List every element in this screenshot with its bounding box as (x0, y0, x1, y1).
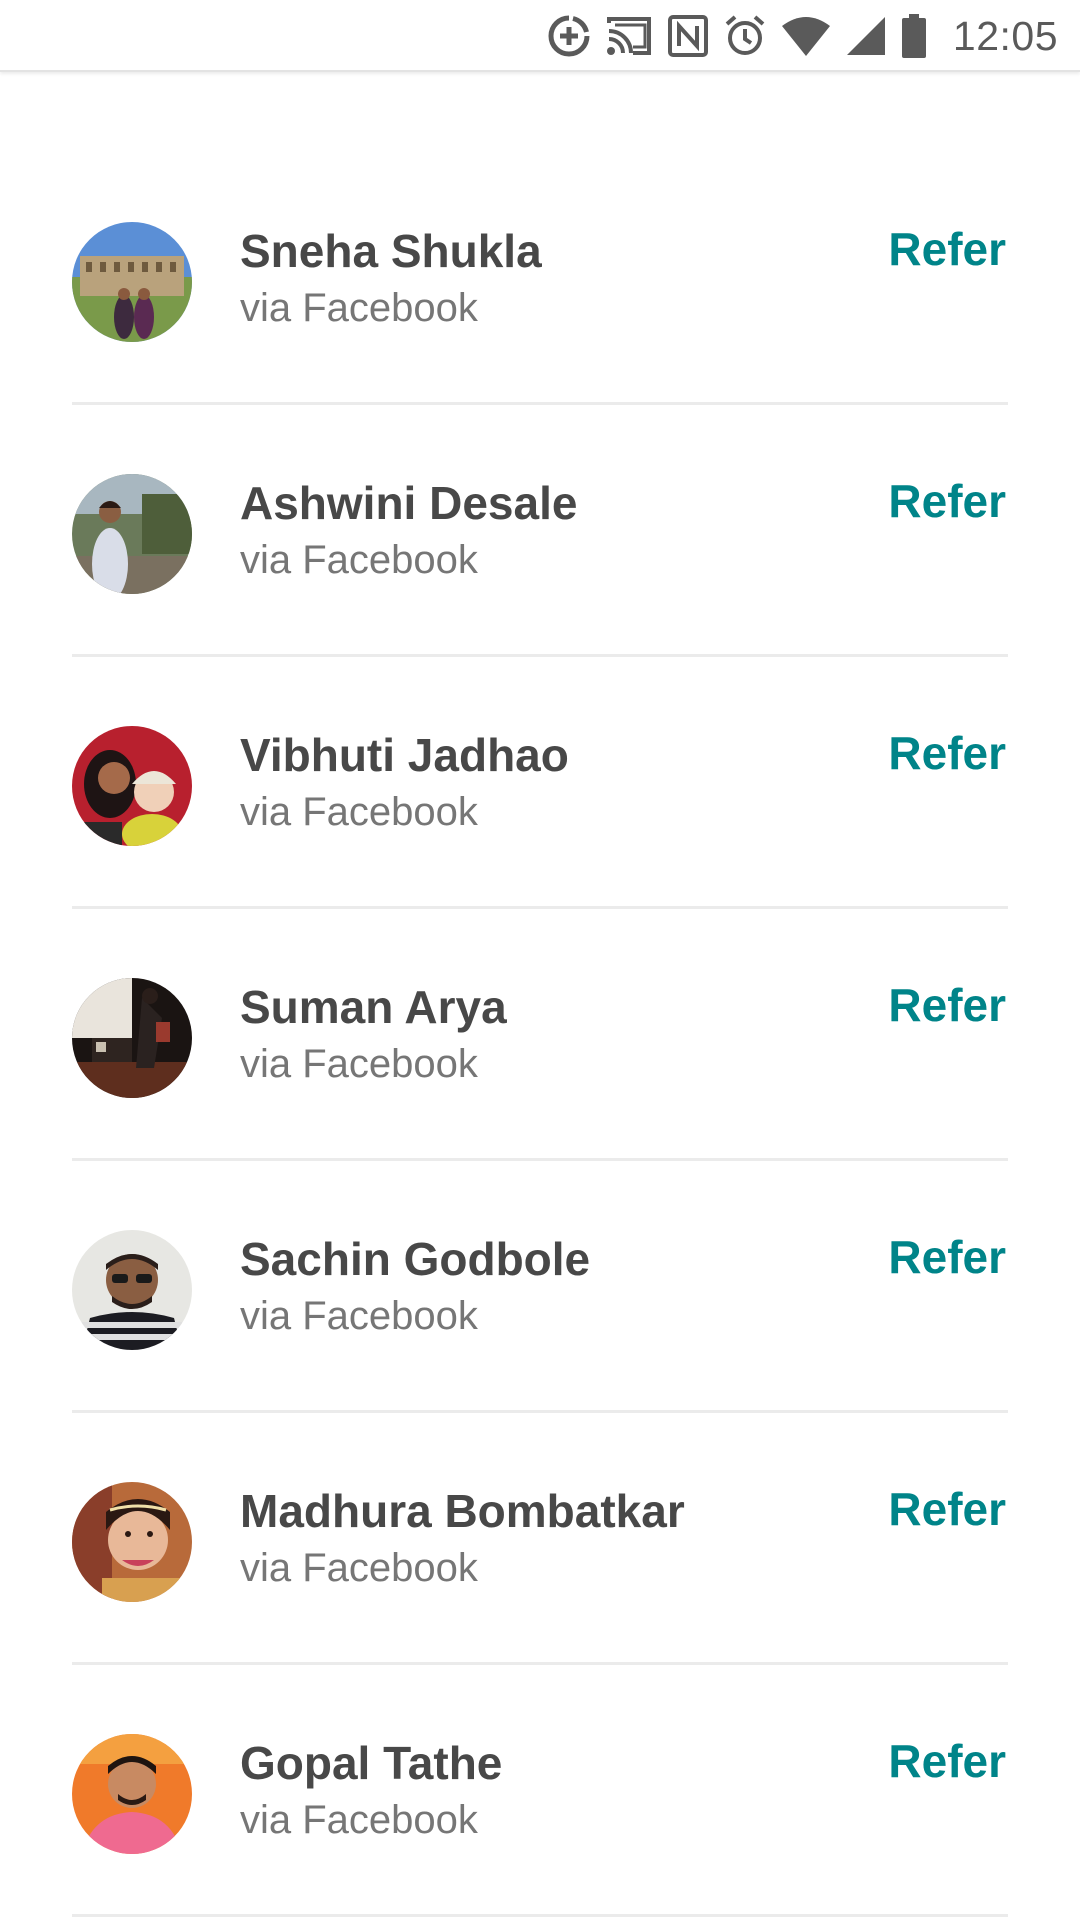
cast-icon (605, 15, 653, 57)
divider (72, 1914, 1008, 1917)
refer-button[interactable]: Refer (888, 1230, 1006, 1284)
contact-name: Ashwini Desale (240, 477, 578, 529)
refer-button[interactable]: Refer (888, 1734, 1006, 1788)
refer-button[interactable]: Refer (888, 222, 1006, 276)
contact-name: Sachin Godbole (240, 1233, 591, 1285)
contact-source: via Facebook (240, 1798, 478, 1842)
list-item: Sneha Shukla via Facebook Refer (0, 72, 1080, 405)
refer-button[interactable]: Refer (888, 978, 1006, 1032)
contact-name: Suman Arya (240, 981, 507, 1033)
nfc-icon (667, 14, 709, 58)
list-item: Ashwini Desale via Facebook Refer (0, 324, 1080, 657)
contact-name: Madhura Bombatkar (240, 1485, 685, 1537)
contact-name: Gopal Tathe (240, 1737, 503, 1789)
contact-name: Sneha Shukla (240, 225, 542, 277)
list-item: Madhura Bombatkar via Facebook Refer (0, 1332, 1080, 1665)
wifi-icon (781, 16, 831, 56)
alarm-icon (723, 14, 767, 58)
list-item: Sachin Godbole via Facebook Refer (0, 1080, 1080, 1413)
data-saver-icon (547, 14, 591, 58)
contact-name: Vibhuti Jadhao (240, 729, 569, 781)
refer-button[interactable]: Refer (888, 474, 1006, 528)
battery-icon (901, 14, 927, 58)
refer-button[interactable]: Refer (888, 1482, 1006, 1536)
avatar (72, 1734, 192, 1854)
list-item: Gopal Tathe via Facebook Refer (0, 1584, 1080, 1917)
status-bar: 12:05 (0, 0, 1080, 72)
status-time: 12:05 (952, 12, 1058, 59)
list-item: Vibhuti Jadhao via Facebook Refer (0, 576, 1080, 909)
status-icons: 12:05 (533, 10, 1058, 62)
cellular-signal-icon (845, 15, 887, 57)
refer-button[interactable]: Refer (888, 726, 1006, 780)
list-item: Suman Arya via Facebook Refer (0, 828, 1080, 1161)
